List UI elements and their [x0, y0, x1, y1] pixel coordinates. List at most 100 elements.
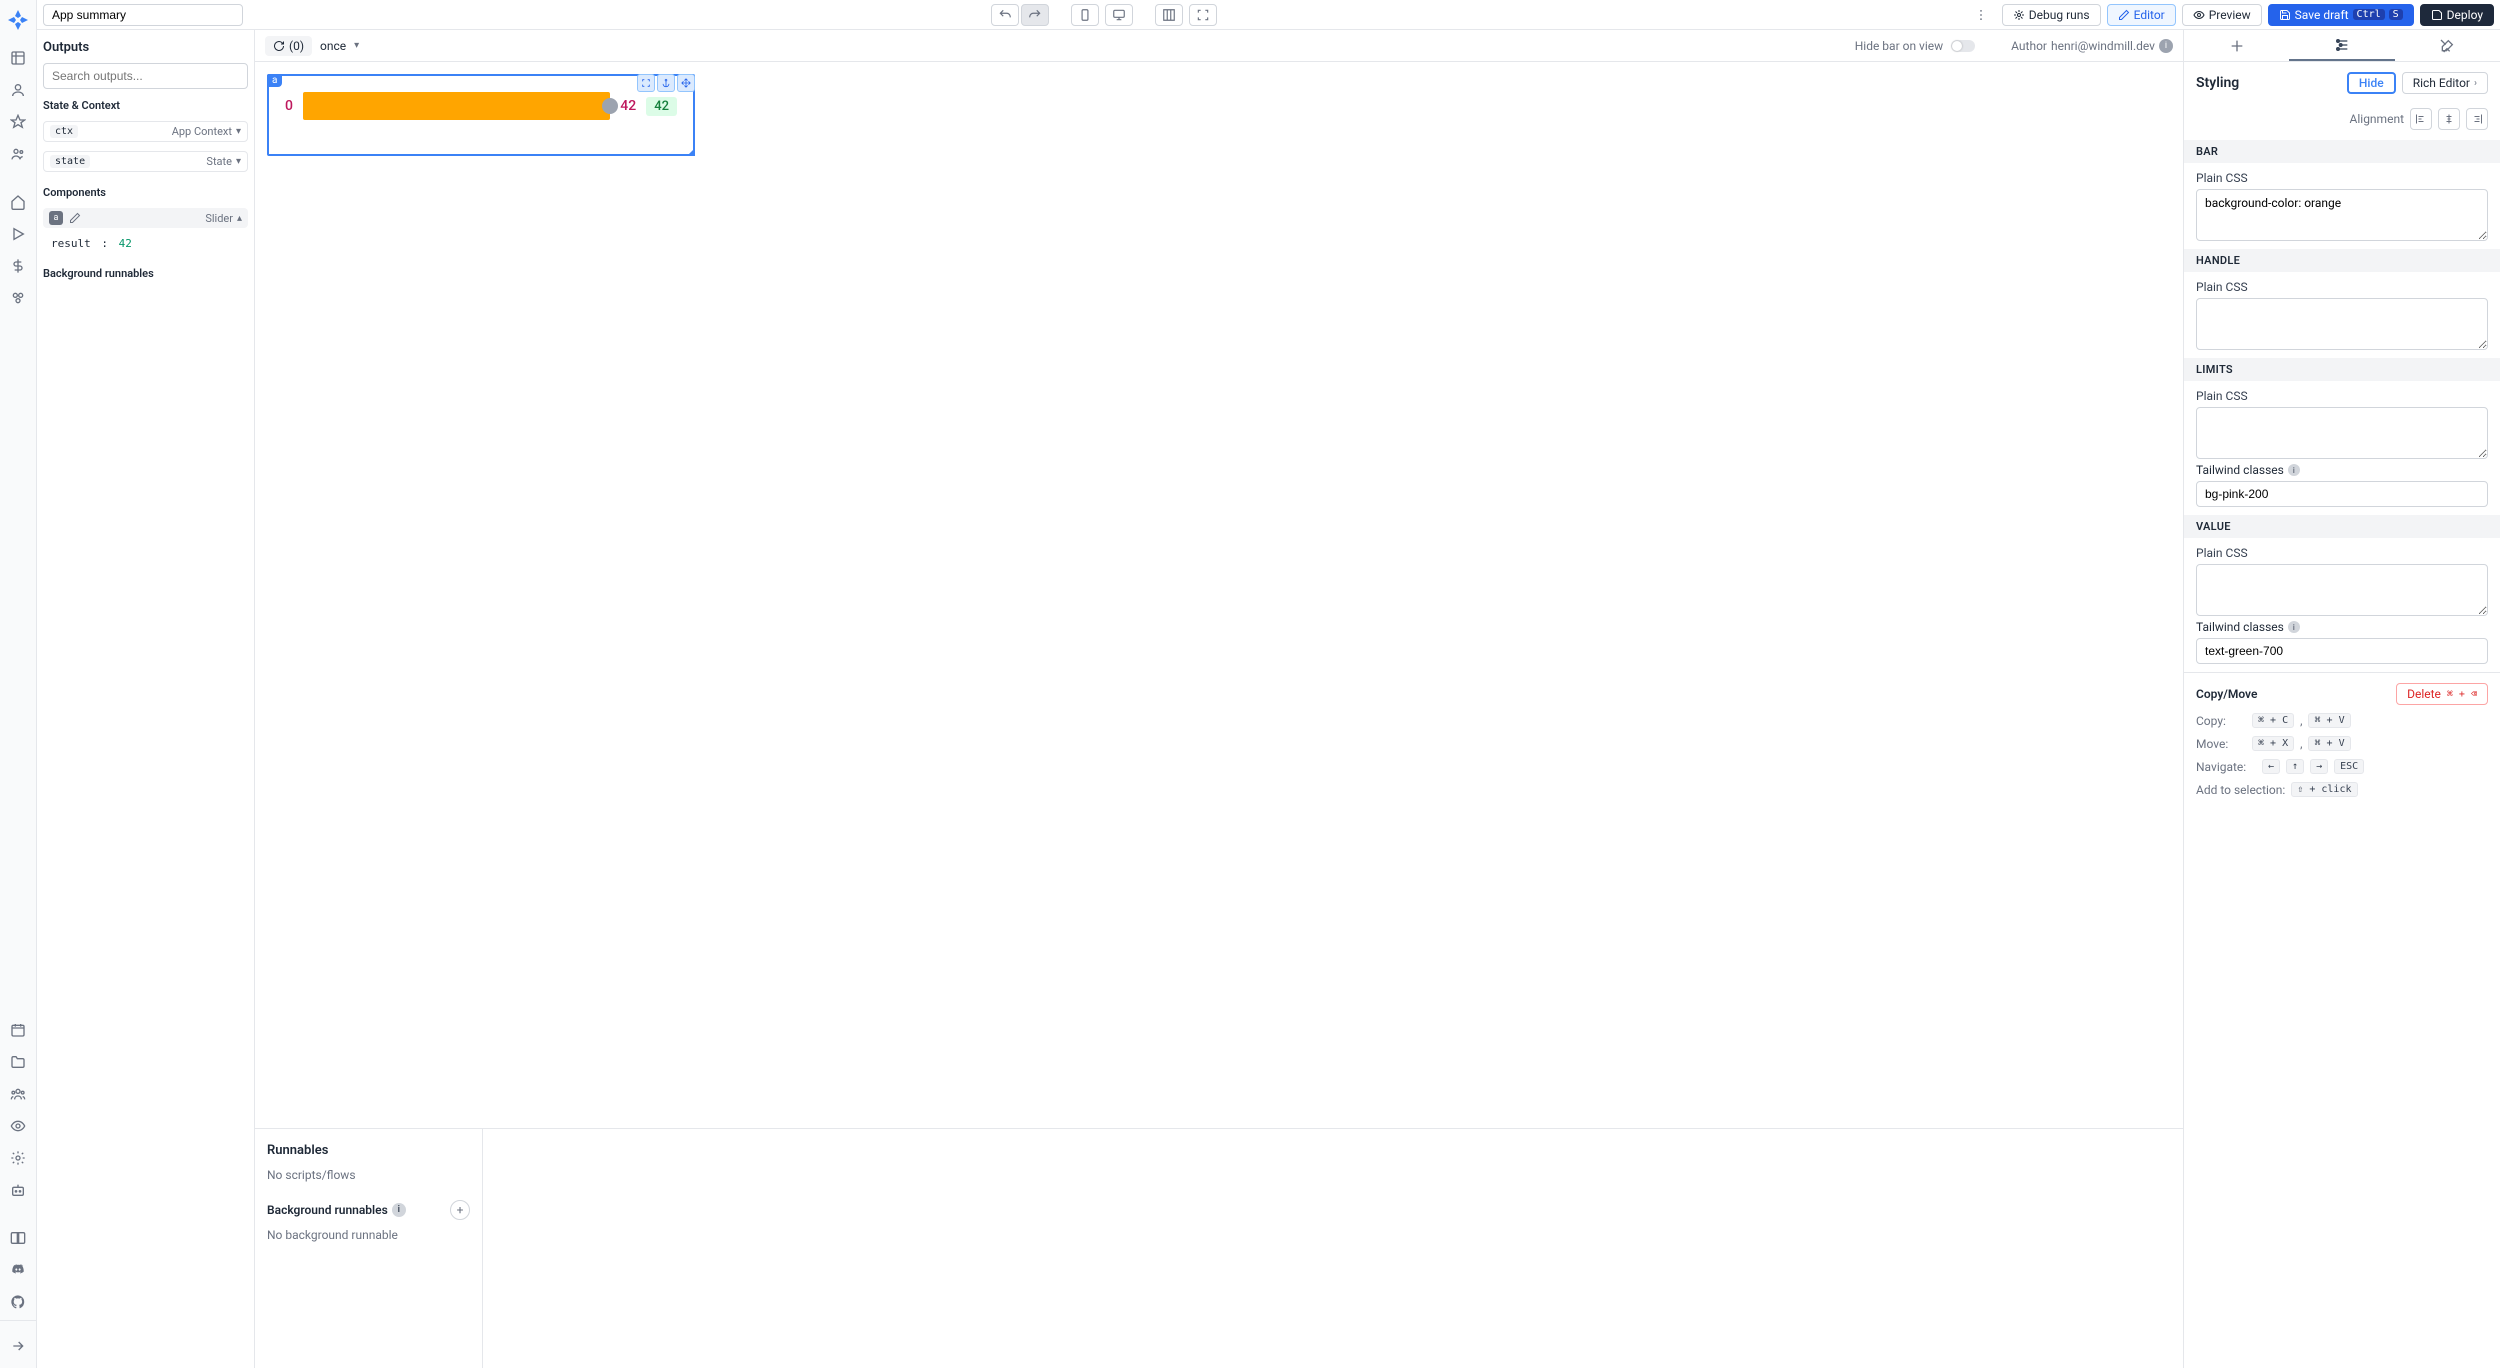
- refresh-once-button[interactable]: (0): [265, 36, 312, 56]
- app-title-input[interactable]: [43, 4, 243, 26]
- play-icon[interactable]: [4, 220, 32, 248]
- hide-bar-toggle[interactable]: [1951, 40, 1975, 52]
- editor-label: Editor: [2134, 8, 2165, 22]
- section-bar-header: BAR: [2184, 140, 2500, 163]
- copy-kbd2: ⌘ + V: [2308, 713, 2350, 728]
- mobile-view-button[interactable]: [1071, 4, 1099, 26]
- add-selection-label: Add to selection:: [2196, 783, 2285, 797]
- info-icon[interactable]: i: [2288, 464, 2300, 476]
- undo-button[interactable]: [991, 4, 1019, 26]
- component-id-badge: a: [49, 211, 63, 225]
- delete-label: Delete: [2407, 687, 2441, 701]
- tailwind-label: Tailwind classes: [2196, 620, 2284, 634]
- runnables-title: Runnables: [267, 1141, 470, 1160]
- discord-icon[interactable]: [4, 1256, 32, 1284]
- state-tag: state: [50, 155, 90, 168]
- result-line: result : 42: [43, 234, 248, 253]
- tab-add[interactable]: [2184, 30, 2289, 61]
- state-row[interactable]: state State▾: [43, 151, 248, 172]
- plain-css-label: Plain CSS: [2196, 280, 2488, 294]
- section-limits-header: LIMITS: [2184, 358, 2500, 381]
- expand-sidebar-icon[interactable]: [4, 1332, 32, 1360]
- canvas[interactable]: a 0 42 42: [255, 62, 2183, 1128]
- preview-button[interactable]: Preview: [2182, 4, 2262, 26]
- info-icon[interactable]: i: [2159, 39, 2173, 53]
- align-left-button[interactable]: [2410, 108, 2432, 130]
- state-label: State: [206, 155, 232, 168]
- resize-handle[interactable]: [687, 148, 695, 156]
- pencil-icon: [69, 212, 81, 224]
- workspace-icon[interactable]: [4, 44, 32, 72]
- gear-icon[interactable]: [4, 1144, 32, 1172]
- tab-style[interactable]: [2395, 30, 2500, 61]
- tab-settings[interactable]: [2289, 30, 2394, 61]
- info-icon[interactable]: i: [392, 1203, 406, 1217]
- slider-track[interactable]: [303, 92, 610, 120]
- chevron-up-icon: ▴: [237, 213, 242, 224]
- outputs-search-input[interactable]: [43, 63, 248, 89]
- user-icon[interactable]: [4, 76, 32, 104]
- handle-css-input[interactable]: [2196, 298, 2488, 350]
- desktop-view-button[interactable]: [1105, 4, 1133, 26]
- alignment-label: Alignment: [2350, 112, 2404, 126]
- refresh-count: (0): [289, 39, 304, 53]
- deploy-button[interactable]: Deploy: [2420, 4, 2494, 26]
- bar-css-input[interactable]: [2196, 189, 2488, 241]
- nav-kbd-left: ←: [2262, 759, 2280, 774]
- home-icon[interactable]: [4, 188, 32, 216]
- copymove-title: Copy/Move: [2196, 687, 2257, 701]
- align-right-button[interactable]: [2466, 108, 2488, 130]
- puzzle-icon[interactable]: [4, 284, 32, 312]
- slider-value-badge: 42: [646, 97, 677, 116]
- anchor-icon[interactable]: [657, 74, 675, 92]
- nav-kbd-right: →: [2310, 759, 2328, 774]
- windmill-logo-icon[interactable]: [6, 8, 30, 32]
- author-prefix: Author: [2011, 39, 2047, 53]
- eye-icon[interactable]: [4, 1112, 32, 1140]
- align-center-button[interactable]: [2438, 108, 2460, 130]
- editor-button[interactable]: Editor: [2107, 4, 2176, 26]
- move-icon[interactable]: [677, 74, 695, 92]
- slider-thumb[interactable]: [602, 98, 618, 114]
- once-label: once: [320, 39, 346, 53]
- info-icon[interactable]: i: [2288, 621, 2300, 633]
- ctx-tag: ctx: [50, 125, 78, 138]
- hide-button[interactable]: Hide: [2347, 72, 2396, 94]
- left-nav: [0, 0, 37, 1368]
- book-icon[interactable]: [4, 1224, 32, 1252]
- dollar-icon[interactable]: [4, 252, 32, 280]
- limits-css-input[interactable]: [2196, 407, 2488, 459]
- author-email: henri@windmill.dev: [2051, 39, 2155, 53]
- slider-max: 42: [620, 98, 636, 114]
- nav-kbd-esc: ESC: [2334, 759, 2364, 774]
- component-type-label: Slider: [205, 212, 233, 225]
- debug-runs-button[interactable]: Debug runs: [2002, 4, 2101, 26]
- team-icon[interactable]: [4, 1080, 32, 1108]
- limits-tailwind-input[interactable]: [2196, 481, 2488, 507]
- rich-editor-button[interactable]: Rich Editor ›: [2402, 72, 2488, 94]
- value-tailwind-input[interactable]: [2196, 638, 2488, 664]
- layout-button[interactable]: [1155, 4, 1183, 26]
- more-menu-button[interactable]: [1967, 4, 1995, 26]
- expand-icon[interactable]: [637, 74, 655, 92]
- chevron-down-icon[interactable]: ▾: [354, 40, 359, 51]
- save-draft-button[interactable]: Save draft Ctrl S: [2268, 4, 2414, 26]
- delete-button[interactable]: Delete ⌘ + ⌫: [2396, 683, 2488, 705]
- selected-component[interactable]: a 0 42 42: [267, 74, 695, 156]
- components-header: Components: [43, 186, 248, 199]
- copy-kbd1: ⌘ + C: [2252, 713, 2294, 728]
- bot-icon[interactable]: [4, 1176, 32, 1204]
- fullscreen-button[interactable]: [1189, 4, 1217, 26]
- add-bg-runnable-button[interactable]: +: [450, 1200, 470, 1220]
- component-row[interactable]: a Slider ▴: [43, 208, 248, 228]
- ctx-row[interactable]: ctx App Context▾: [43, 121, 248, 142]
- add-selection-kbd: ⇧ + click: [2291, 782, 2357, 797]
- users-icon[interactable]: [4, 140, 32, 168]
- star-icon[interactable]: [4, 108, 32, 136]
- calendar-icon[interactable]: [4, 1016, 32, 1044]
- value-css-input[interactable]: [2196, 564, 2488, 616]
- redo-button[interactable]: [1021, 4, 1049, 26]
- result-sep: :: [101, 237, 108, 250]
- github-icon[interactable]: [4, 1288, 32, 1316]
- folder-icon[interactable]: [4, 1048, 32, 1076]
